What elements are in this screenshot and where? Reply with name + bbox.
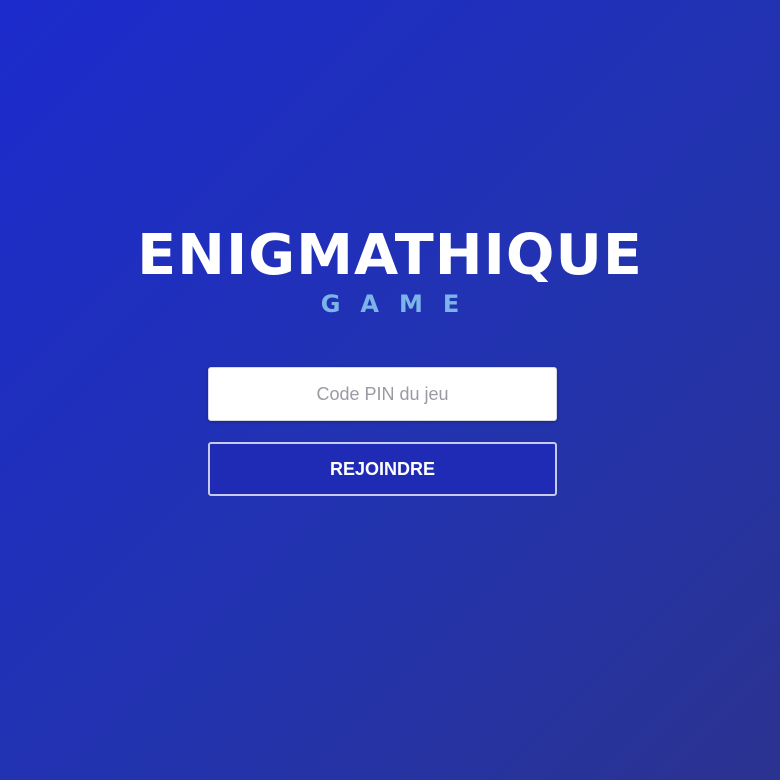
game-pin-input[interactable] — [208, 367, 557, 421]
logo-title: ENIGMATHIQUE — [137, 223, 643, 288]
join-button[interactable]: REJOINDRE — [208, 442, 557, 496]
logo: ENIGMATHIQUE GAME — [0, 223, 780, 319]
logo-subtitle: GAME — [320, 290, 480, 318]
